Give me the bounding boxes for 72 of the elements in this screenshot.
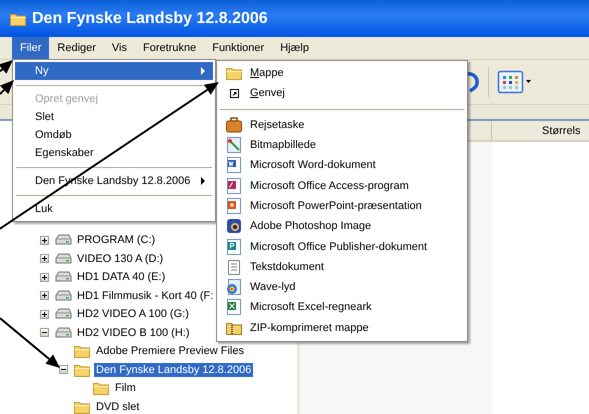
menu-item[interactable]: ZIP-komprimeret mappe — [219, 318, 465, 338]
powerpoint-document-icon — [226, 198, 242, 214]
briefcase-icon — [226, 116, 242, 133]
publisher-document-icon — [226, 238, 242, 255]
word-document-icon — [226, 157, 242, 174]
photoshop-image-icon — [226, 218, 242, 234]
menu-bar-item[interactable]: Filer — [12, 37, 50, 59]
tree-item[interactable]: Adobe Premiere Preview Files — [94, 344, 246, 358]
menu-bar-item[interactable]: Hjælp — [272, 37, 317, 59]
menu-item[interactable]: Tekstdokument — [219, 256, 465, 277]
shortcut-arrow-icon — [230, 88, 238, 98]
menu-bar-item[interactable]: Vis — [104, 37, 136, 59]
drive-icon — [54, 234, 72, 246]
expand-button[interactable] — [40, 291, 49, 300]
menu-item[interactable]: Microsoft Office Publisher-dokument — [219, 236, 465, 257]
expand-button[interactable] — [40, 254, 49, 264]
window-folder-icon — [10, 12, 26, 26]
text-document-icon — [227, 258, 241, 275]
tree-item[interactable]: Den Fynske Landsby 12.8.2006 — [94, 362, 254, 377]
folder-icon — [226, 66, 242, 80]
zip-folder-icon — [226, 320, 242, 335]
menu-item[interactable]: Rejsetaske — [219, 114, 465, 135]
menu-item[interactable]: Ny — [15, 62, 213, 80]
views-icon[interactable] — [497, 69, 531, 95]
drive-icon — [54, 290, 72, 302]
submenu-arrow-icon — [201, 67, 205, 75]
expand-button[interactable] — [40, 272, 49, 282]
tree-item[interactable]: HD1 Filmmusik - Kort 40 (F: — [75, 288, 216, 303]
arc-icon[interactable] — [466, 71, 480, 93]
tree-item[interactable]: HD2 VIDEO B 100 (H:) — [75, 326, 192, 340]
menu-item[interactable]: Bitmapbillede — [219, 134, 465, 156]
menu-item[interactable]: Microsoft Excel-regneark — [219, 297, 465, 318]
access-document-icon — [226, 178, 242, 194]
menu-item[interactable]: Adobe Photoshop Image — [219, 216, 465, 236]
menu-item[interactable]: Microsoft PowerPoint-præsentation — [219, 196, 465, 216]
drive-icon — [54, 271, 72, 284]
folder-icon — [74, 362, 90, 377]
menu-item[interactable]: Microsoft Office Access-program — [219, 175, 465, 196]
folder-icon — [93, 381, 109, 396]
tree-item[interactable]: HD2 VIDEO A 100 (G:) — [75, 307, 191, 322]
menu-item[interactable]: Mappe — [219, 63, 465, 84]
menu-item[interactable]: Wave-lyd — [219, 276, 465, 298]
expand-button[interactable] — [40, 236, 49, 245]
menu-item[interactable]: Omdøb — [15, 126, 213, 144]
annotation-arrow — [0, 317, 60, 368]
folder-icon — [74, 344, 90, 358]
drive-icon — [54, 326, 72, 339]
menu-item[interactable]: Egenskaber — [15, 144, 213, 162]
menu-bar-item[interactable]: Rediger — [49, 37, 104, 59]
menu-bar-item[interactable]: Funktioner — [204, 37, 272, 59]
menu-bar-item[interactable]: Foretrukne — [135, 37, 204, 59]
tree-item[interactable]: Film — [113, 381, 138, 396]
menu-item[interactable]: Genvej — [219, 83, 465, 104]
drive-icon — [54, 308, 72, 320]
folder-icon — [74, 400, 90, 414]
annotation-arrow — [0, 60, 13, 74]
menu-item[interactable]: Slet — [15, 108, 213, 126]
menu-item[interactable]: Luk — [15, 200, 213, 218]
tree-item[interactable]: VIDEO 130 A (D:) — [75, 252, 166, 266]
window-title: Den Fynske Landsby 12.8.2006 — [32, 10, 268, 28]
expand-button[interactable] — [40, 310, 49, 319]
tree-item[interactable]: DVD slet — [94, 400, 142, 414]
tree-item[interactable]: PROGRAM (C:) — [75, 233, 158, 248]
audio-file-icon — [226, 279, 242, 296]
paint-document-icon — [226, 137, 242, 154]
submenu-arrow-icon — [201, 177, 205, 185]
menu-item[interactable]: Microsoft Word-dokument — [219, 155, 465, 176]
collapse-button[interactable] — [40, 328, 49, 338]
drive-icon — [54, 252, 72, 265]
collapse-button[interactable] — [59, 365, 68, 374]
excel-document-icon — [226, 299, 242, 316]
tree-item[interactable]: HD1 DATA 40 (E:) — [75, 270, 168, 284]
